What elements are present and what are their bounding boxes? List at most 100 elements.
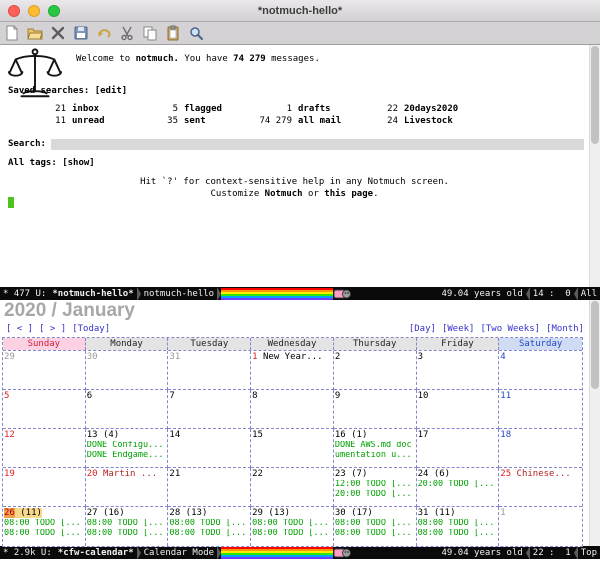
close-window-button[interactable] [8,5,20,17]
calendar-day-22[interactable]: 22 [251,468,334,507]
calendar-day-20[interactable]: 20 Martin ... [86,468,169,507]
calendar-day-7[interactable]: 7 [168,390,251,429]
saved-search-inbox[interactable]: inbox [66,103,120,115]
calendar-day-26[interactable]: 26 (11)08:00 TODO [...08:00 TODO [... [3,507,86,546]
modeline-age: 49.04 years old [439,289,526,299]
cut-icon[interactable] [118,24,136,42]
today-button[interactable]: [Today] [72,324,110,335]
calendar-entry[interactable]: 08:00 TODO [... [335,529,415,539]
calendar-day-1[interactable]: 1 New Year... [251,351,334,390]
day-line: 11 [500,390,581,402]
calendar-day-4[interactable]: 4 [499,351,582,390]
calendar-day-5[interactable]: 5 [3,390,86,429]
undo-icon[interactable] [95,24,113,42]
customize-notmuch-link[interactable]: Notmuch [265,189,303,199]
calendar-day-24[interactable]: 24 (6)20:00 TODO [... [417,468,500,507]
calendar-day-23[interactable]: 23 (7)12:00 TODO [...20:00 TODO [... [334,468,417,507]
day-number: 5 [4,391,9,401]
save-icon[interactable] [72,24,90,42]
day-number: 28 [169,508,180,518]
calendar-day-29[interactable]: 29 [3,351,86,390]
view-week-button[interactable]: [Week] [442,324,475,335]
calendar-day-12[interactable]: 12 [3,429,86,468]
minimize-window-button[interactable] [28,5,40,17]
modeline-buffer-name[interactable]: *cfw-calendar* [55,548,137,558]
day-line: 29 [4,351,84,363]
calendar-entry[interactable]: 08:00 TODO [... [418,519,498,529]
edit-button[interactable]: [edit] [95,86,128,96]
saved-search-20days2020[interactable]: 20days2020 [398,103,580,115]
search-input[interactable] [51,139,584,150]
calendar-day-30[interactable]: 30 (17)08:00 TODO [...08:00 TODO [... [334,507,417,546]
scrollbar-thumb-top[interactable] [591,46,599,144]
paste-icon[interactable] [164,24,182,42]
calendar-day-3[interactable]: 3 [417,351,500,390]
saved-search-flagged[interactable]: flagged [178,103,230,115]
calendar-entry[interactable]: DONE Configu... [87,441,167,451]
calendar-day-8[interactable]: 8 [251,390,334,429]
calendar-day-17[interactable]: 17 [417,429,500,468]
calendar-day-13[interactable]: 13 (4)DONE Configu...DONE Endgame... [86,429,169,468]
customize-page-link[interactable]: this page [324,189,373,199]
saved-searches-line: Saved searches: [edit] [8,85,127,97]
prev-month-button[interactable]: [ < ] [6,324,33,335]
modeline-buffer-name[interactable]: *notmuch-hello* [49,289,136,299]
close-buffer-icon[interactable] [49,24,67,42]
calendar-day-31[interactable]: 31 (11)08:00 TODO [...08:00 TODO [... [417,507,500,546]
calendar-day-6[interactable]: 6 [86,390,169,429]
calendar-day-27[interactable]: 27 (16)08:00 TODO [...08:00 TODO [... [86,507,169,546]
calendar-entry[interactable]: 08:00 TODO [... [335,519,415,529]
calendar-entry[interactable]: 08:00 TODO [... [4,529,84,539]
calendar-day-19[interactable]: 19 [3,468,86,507]
calendar-day-9[interactable]: 9 [334,390,417,429]
calendar-entry[interactable]: 20:00 TODO [... [418,480,498,490]
next-month-button[interactable]: [ > ] [39,324,66,335]
saved-search-drafts[interactable]: drafts [292,103,340,115]
calendar-day-2[interactable]: 2 [334,351,417,390]
copy-icon[interactable] [141,24,159,42]
calendar-day-25[interactable]: 25 Chinese... [499,468,582,507]
view-month-button[interactable]: [Month] [546,324,584,335]
calendar-day-30[interactable]: 30 [86,351,169,390]
calendar-entry[interactable]: 08:00 TODO [... [4,519,84,529]
calendar-day-14[interactable]: 14 [168,429,251,468]
zoom-window-button[interactable] [48,5,60,17]
open-folder-icon[interactable] [26,24,44,42]
echo-area[interactable] [0,559,600,567]
calendar-day-16[interactable]: 16 (1)DONE AWS.md documentation u... [334,429,417,468]
calendar-entry[interactable]: DONE AWS.md doc [335,441,415,451]
calendar-entry[interactable]: 08:00 TODO [... [169,529,249,539]
calendar-day-15[interactable]: 15 [251,429,334,468]
view-day-button[interactable]: [Day] [409,324,436,335]
saved-search-unread[interactable]: unread [66,115,120,127]
calendar-entry[interactable]: 08:00 TODO [... [87,529,167,539]
calendar-entry[interactable]: 08:00 TODO [... [87,519,167,529]
calendar-day-10[interactable]: 10 [417,390,500,429]
show-button[interactable]: [show] [62,158,95,168]
saved-search-sent[interactable]: sent [178,115,230,127]
calendar-entry[interactable]: 08:00 TODO [... [252,519,332,529]
holiday-label: Chinese... [511,469,571,479]
calendar-day-29[interactable]: 29 (13)08:00 TODO [...08:00 TODO [... [251,507,334,546]
view-two-weeks-button[interactable]: [Two Weeks] [480,324,540,335]
calendar-day-21[interactable]: 21 [168,468,251,507]
scrollbar-thumb-bottom[interactable] [591,301,599,389]
saved-search-Livestock[interactable]: Livestock [398,115,580,127]
calendar-entry[interactable]: 20:00 TODO [... [335,490,415,500]
calendar-day-11[interactable]: 11 [499,390,582,429]
calendar-entry[interactable]: 08:00 TODO [... [252,529,332,539]
saved-search-all-mail[interactable]: all mail [292,115,340,127]
calendar-entry[interactable]: 12:00 TODO [... [335,480,415,490]
new-file-icon[interactable] [3,24,21,42]
calendar-day-28[interactable]: 28 (13)08:00 TODO [...08:00 TODO [... [168,507,251,546]
calendar-entry[interactable]: DONE Endgame... [87,451,167,461]
calendar-entry[interactable]: 08:00 TODO [... [169,519,249,529]
modeline-major-mode[interactable]: notmuch-hello [141,289,217,299]
calendar-day-18[interactable]: 18 [499,429,582,468]
search-icon[interactable] [187,24,205,42]
calendar-entry[interactable]: umentation u... [335,451,415,461]
calendar-day-1[interactable]: 1 [499,507,582,546]
modeline-major-mode[interactable]: Calendar Mode [141,548,217,558]
calendar-entry[interactable]: 08:00 TODO [... [418,529,498,539]
calendar-day-31[interactable]: 31 [168,351,251,390]
